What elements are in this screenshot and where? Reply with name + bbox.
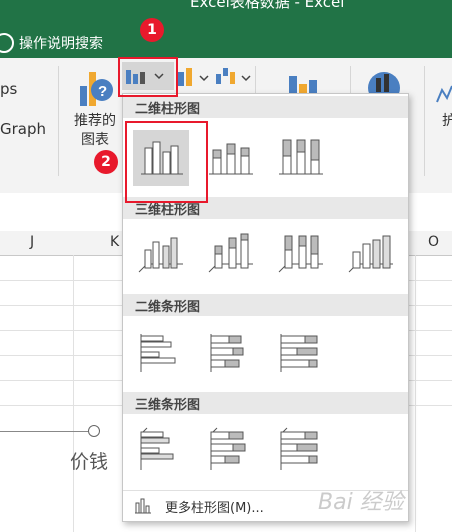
window-title: Excel表格数据 - Excel xyxy=(190,0,345,11)
100-stacked-bar-option[interactable] xyxy=(273,324,329,380)
section-2d-bar: 二维条形图 xyxy=(123,294,408,316)
recommended-charts-icon[interactable]: ? xyxy=(76,66,122,110)
ribbon-cut-label: 护 xyxy=(442,113,452,129)
ribbon-separator xyxy=(58,66,59,176)
watermark: Bai 经验 xyxy=(318,490,404,515)
chart-axis-label: 价钱 xyxy=(70,451,109,473)
3d-column-option[interactable] xyxy=(343,226,399,282)
sparkline-icon[interactable] xyxy=(436,82,452,108)
stacked-column-option[interactable] xyxy=(203,130,259,186)
waterfall-chart-button[interactable] xyxy=(214,64,254,90)
3d-100-stacked-bar-option[interactable] xyxy=(273,422,329,478)
tell-me-search[interactable]: 操作说明搜索 xyxy=(19,33,103,53)
3d-clustered-column-option[interactable] xyxy=(133,226,189,282)
grid-col-line xyxy=(415,255,416,532)
bar-chart-small-icon xyxy=(135,498,151,514)
column-header-j[interactable]: J xyxy=(30,234,34,250)
tell-me-bar: 操作说明搜索 xyxy=(0,28,452,58)
100-stacked-column-option[interactable] xyxy=(273,130,329,186)
section-3d-bar-title: 三维条形图 xyxy=(135,398,201,413)
stacked-bar-option[interactable] xyxy=(203,324,259,380)
step-callout-1: 1 xyxy=(140,18,164,42)
highlight-box-2 xyxy=(125,121,208,203)
3d-stacked-column-option[interactable] xyxy=(203,226,259,282)
highlight-box-1 xyxy=(118,57,178,97)
column-header-k[interactable]: K xyxy=(110,234,119,250)
title-bar: Excel表格数据 - Excel xyxy=(0,0,452,28)
ribbon-partial-label-bottom: Graph xyxy=(0,120,47,138)
clustered-bar-option[interactable] xyxy=(133,324,189,380)
section-3d-bar: 三维条形图 xyxy=(123,392,408,414)
step-callout-2: 2 xyxy=(94,150,118,174)
chart-resize-handle[interactable] xyxy=(88,425,100,437)
3d-100-stacked-column-option[interactable] xyxy=(273,226,329,282)
section-2d-bar-title: 二维条形图 xyxy=(135,300,201,315)
section-2d-column: 二维柱形图 xyxy=(123,96,408,118)
3d-clustered-bar-option[interactable] xyxy=(133,422,189,478)
svg-text:?: ? xyxy=(98,83,107,100)
ribbon-separator xyxy=(424,66,425,176)
more-column-charts-label[interactable]: 更多柱形图(M)... xyxy=(165,497,264,516)
section-2d-column-title: 二维柱形图 xyxy=(135,102,201,117)
3d-stacked-bar-option[interactable] xyxy=(203,422,259,478)
recommended-charts-label-1[interactable]: 推荐的 xyxy=(74,110,116,130)
lightbulb-icon xyxy=(0,33,14,53)
chart-border xyxy=(0,431,94,432)
recommended-charts-label-2[interactable]: 图表 xyxy=(81,129,109,149)
column-header-o[interactable]: O xyxy=(428,234,439,250)
hierarchy-chart-button[interactable] xyxy=(176,64,212,90)
grid-col-line xyxy=(73,255,74,532)
ribbon-partial-label-top: ps xyxy=(0,80,18,98)
